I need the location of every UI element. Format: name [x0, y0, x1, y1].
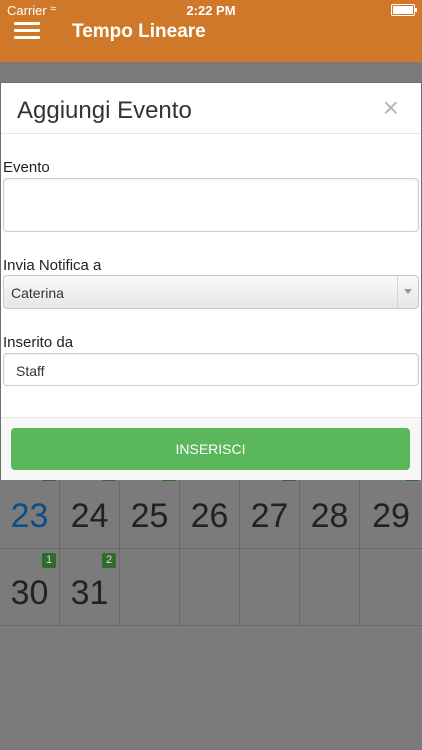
modal-header-divider [1, 133, 421, 134]
calendar-day-number: 26 [190, 497, 229, 535]
close-icon[interactable]: × [383, 94, 399, 122]
calendar-day-cell[interactable]: 24 [60, 466, 120, 549]
calendar-day-number: 29 [372, 497, 410, 535]
calendar-empty-cell [300, 549, 360, 626]
calendar-grid: 2 23 24 25 26 27 28 29 1 30 [0, 466, 422, 626]
calendar-empty-cell [180, 549, 240, 626]
notifica-selected-value: Caterina [11, 285, 64, 301]
calendar-day-number: 30 [10, 574, 49, 612]
inserito-label: Inserito da [3, 334, 74, 351]
inserito-input[interactable]: Staff [3, 353, 419, 386]
inserisci-button[interactable]: INSERISCI [11, 428, 410, 470]
calendar-empty-cell [240, 549, 300, 626]
status-time: 2:22 PM [186, 3, 236, 18]
chevron-down-icon [397, 276, 418, 308]
add-event-modal: Aggiungi Evento × Evento Invia Notifica … [0, 82, 422, 480]
calendar-day-number: 27 [250, 497, 289, 535]
overlay-strip [0, 62, 422, 82]
app-header: Carrier ≈ 2:22 PM Tempo Lineare [0, 0, 422, 62]
calendar-row: 1 30 2 31 [0, 549, 422, 626]
calendar-day-number: 28 [310, 497, 349, 535]
calendar-empty-cell [360, 549, 422, 626]
calendar-day-cell[interactable]: 25 [120, 466, 180, 549]
menu-icon[interactable] [14, 22, 40, 40]
calendar-day-number: 31 [70, 574, 109, 612]
calendar-row: 2 23 24 25 26 27 28 29 [0, 466, 422, 549]
modal-title: Aggiungi Evento [17, 97, 192, 124]
calendar-day-number: 23 [10, 497, 49, 535]
evento-input[interactable] [3, 178, 419, 232]
battery-icon [391, 4, 417, 16]
calendar-day-cell[interactable]: 2 31 [60, 549, 120, 626]
event-count-badge: 2 [102, 553, 116, 568]
status-bar: Carrier ≈ 2:22 PM [0, 0, 422, 20]
evento-label: Evento [3, 159, 50, 176]
calendar-day-cell[interactable]: 26 [180, 472, 240, 549]
calendar-day-cell[interactable]: 2 23 [0, 466, 60, 549]
notifica-select[interactable]: Caterina [3, 275, 419, 309]
calendar-day-cell[interactable]: 29 [360, 466, 422, 549]
notifica-label: Invia Notifica a [3, 257, 102, 274]
calendar-empty-cell [120, 549, 180, 626]
calendar-day-number: 25 [130, 497, 169, 535]
calendar-day-cell[interactable]: 28 [300, 472, 360, 549]
calendar-day-cell[interactable]: 1 30 [0, 549, 60, 626]
calendar-day-number: 24 [70, 497, 109, 535]
event-count-badge: 1 [42, 553, 56, 568]
app-title: Tempo Lineare [72, 21, 206, 42]
calendar-day-cell[interactable]: 27 [240, 466, 300, 549]
inserito-value: Staff [16, 363, 45, 379]
